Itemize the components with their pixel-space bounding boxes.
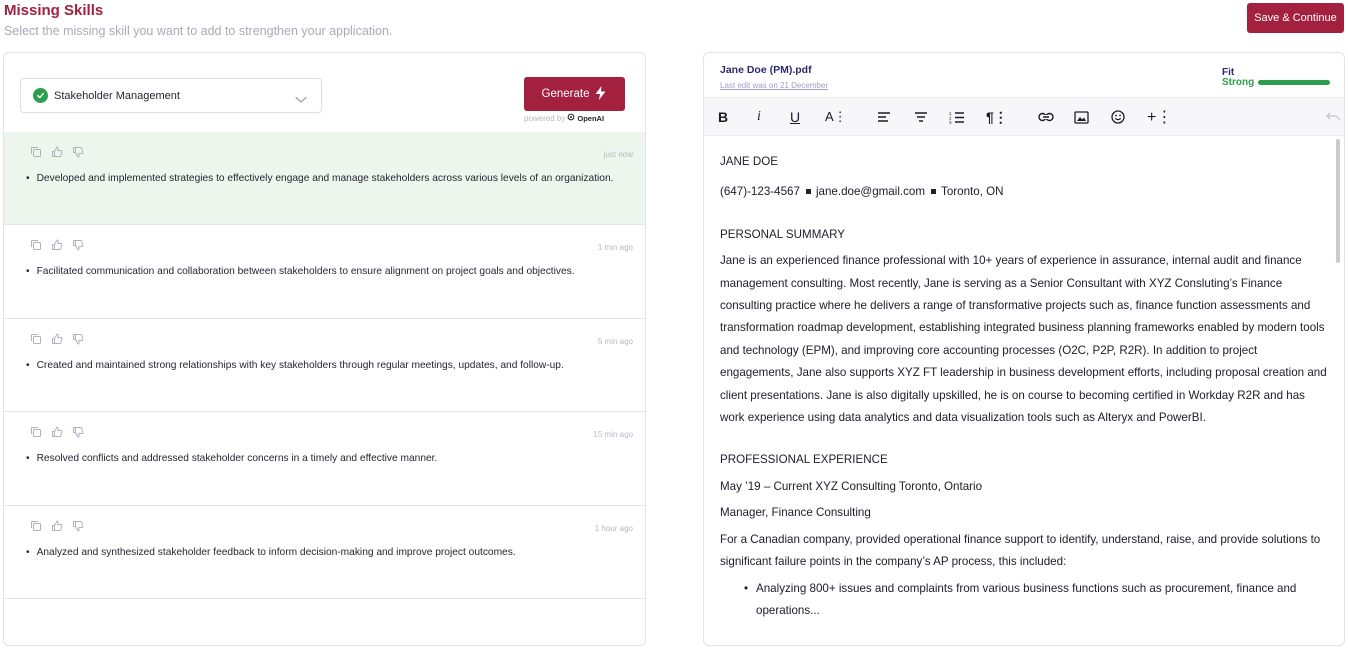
page-subtitle: Select the missing skill you want to add… [4,24,393,38]
suggestion-time: just now [603,150,633,159]
resume-name: JANE DOE [720,155,778,168]
fit-progress-bar [1258,80,1330,85]
emoji-icon[interactable] [1111,108,1125,126]
suggestion-item[interactable]: just now Developed and implemented strat… [4,132,645,226]
generate-button[interactable]: Generate [524,77,625,111]
job-title: Manager, Finance Consulting [720,506,871,520]
copy-icon[interactable] [30,146,42,158]
summary-text: Jane is an experienced finance professio… [720,254,1327,425]
save-continue-button[interactable]: Save & Continue [1247,3,1344,33]
skill-select-value: Stakeholder Management [54,89,180,102]
thumbs-down-icon[interactable] [72,239,84,251]
suggestion-text: Resolved conflicts and addressed stakeho… [26,453,438,464]
ordered-list-icon[interactable]: 123 [949,108,965,126]
thumbs-up-icon[interactable] [51,426,63,438]
svg-text:3: 3 [949,120,952,124]
bold-icon[interactable]: B [718,108,728,126]
undo-icon[interactable] [1326,108,1340,126]
thumbs-down-icon[interactable] [72,426,84,438]
suggestion-text: Facilitated communication and collaborat… [26,266,575,277]
suggestion-list: just now Developed and implemented strat… [4,132,645,599]
thumbs-up-icon[interactable] [51,520,63,532]
suggestions-panel: Stakeholder Management Generate powered … [3,52,646,646]
thumbs-down-icon[interactable] [72,333,84,345]
underline-icon[interactable]: U [790,108,800,126]
contact-line: (647)-123-4567 jane.doe@gmail.com Toronto,… [720,181,1330,203]
link-icon[interactable] [1038,108,1054,126]
fit-value: Strong [1222,77,1255,88]
last-edit-link[interactable]: Last edit was on 21 December [720,81,828,90]
contact-location: Toronto, ON [941,185,1004,199]
thumbs-down-icon[interactable] [72,520,84,532]
contact-email: jane.doe@gmail.com [815,185,926,199]
chevron-down-icon [295,91,307,109]
suggestion-time: 15 min ago [593,430,633,440]
font-size-icon[interactable]: A⋮ [825,108,847,126]
copy-icon[interactable] [30,520,42,532]
suggestion-text: Created and maintained strong relationsh… [26,360,564,371]
suggestion-text: Developed and implemented strategies to … [26,173,614,184]
powered-by-text: powered by [524,113,566,123]
job-description: For a Canadian company, provided operati… [720,532,1321,569]
suggestion-time: 1 min ago [597,243,633,253]
suggestion-time: 1 hour ago [594,523,633,533]
suggestion-time: 5 min ago [597,336,633,346]
summary-heading: PERSONAL SUMMARY [720,227,845,241]
insert-icon[interactable]: +⋮ [1147,108,1172,126]
skill-select-dropdown[interactable]: Stakeholder Management [20,78,322,113]
openai-icon [567,113,575,123]
editor-scrollbar[interactable] [1336,139,1340,263]
thumbs-up-icon[interactable] [51,239,63,251]
copy-icon[interactable] [30,239,42,251]
resume-document[interactable]: JANE DOE (647)-123-4567 jane.doe@gmail.co… [720,151,1330,622]
suggestion-item[interactable]: 5 min ago Created and maintained strong … [4,319,645,413]
align-center-icon[interactable] [914,108,928,126]
copy-icon[interactable] [30,426,42,438]
suggestion-item[interactable]: 1 hour ago Analyzed and synthesized stak… [4,506,645,599]
file-name: Jane Doe (PM).pdf [720,64,812,76]
thumbs-up-icon[interactable] [51,146,63,158]
paragraph-icon[interactable]: ¶⋮ [986,108,1008,126]
powered-by: powered by OpenAI [524,113,625,123]
check-circle-icon [33,88,48,103]
job-bullets: Analyzing 800+ issues and complaints fro… [720,578,1330,623]
editor-toolbar: B i U A⋮ 123 ¶⋮ +⋮ [704,97,1344,136]
experience-heading: PROFESSIONAL EXPERIENCE [720,453,888,467]
generate-label: Generate [541,88,590,100]
image-icon[interactable] [1074,108,1089,126]
openai-text: OpenAI [577,113,605,123]
lightning-icon [594,85,607,103]
contact-phone: (647)-123-4567 [720,185,800,199]
thumbs-down-icon[interactable] [72,146,84,158]
resume-editor-panel: Jane Doe (PM).pdf Last edit was on 21 De… [703,52,1345,646]
align-left-icon[interactable] [877,108,891,126]
suggestion-text: Analyzed and synthesized stakeholder fee… [26,547,516,558]
suggestion-item[interactable]: 15 min ago Resolved conflicts and addres… [4,412,645,506]
job-bullet: Analyzing 800+ issues and complaints fro… [744,578,1330,623]
italic-icon[interactable]: i [757,108,761,126]
suggestion-item[interactable]: 1 min ago Facilitated communication and … [4,225,645,319]
thumbs-up-icon[interactable] [51,333,63,345]
page-title: Missing Skills [4,2,104,19]
job-line: May ’19 – Current XYZ Consulting Toronto… [720,479,983,493]
copy-icon[interactable] [30,333,42,345]
